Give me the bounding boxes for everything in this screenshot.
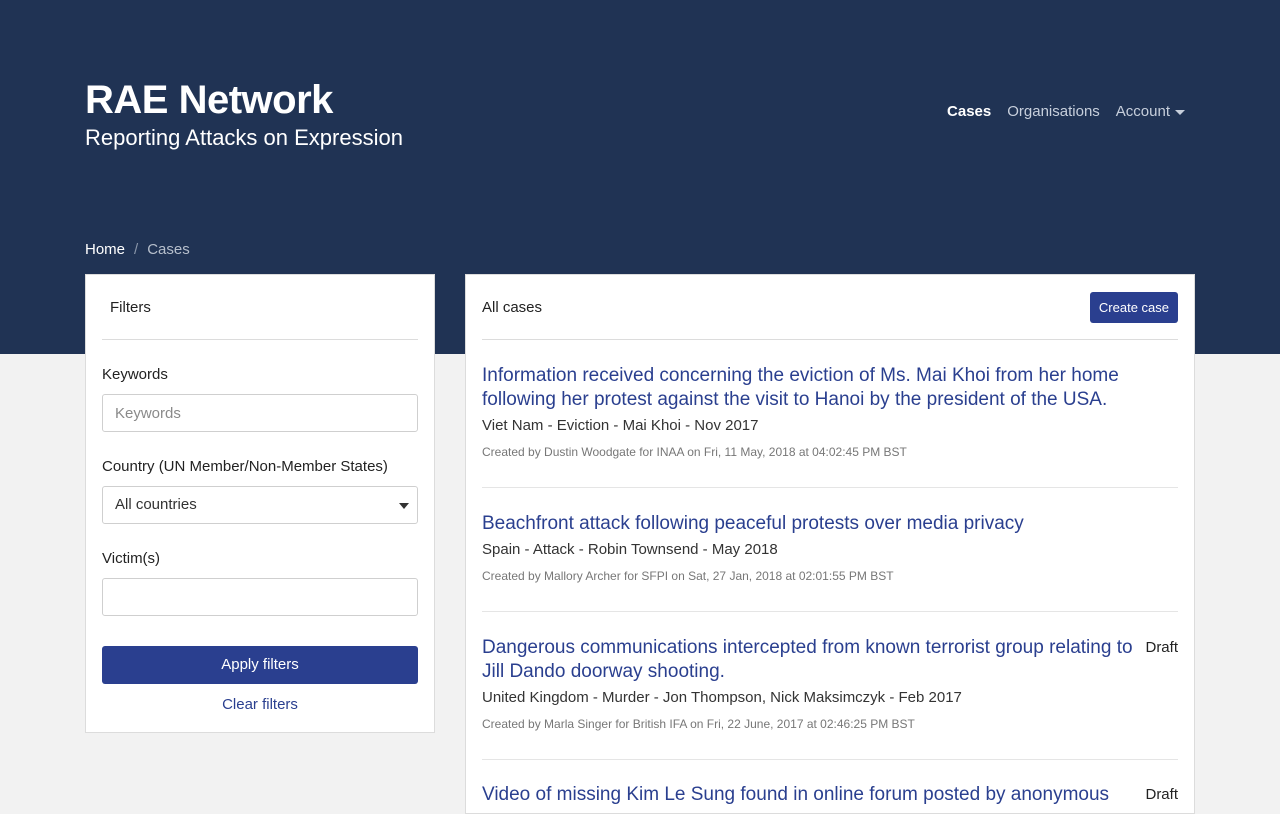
case-divider xyxy=(482,487,1178,488)
nav-organisations[interactable]: Organisations xyxy=(1007,103,1100,120)
case-divider xyxy=(482,759,1178,760)
case-title-link[interactable]: Beachfront attack following peaceful pro… xyxy=(482,512,1142,536)
main-nav: Cases Organisations Account xyxy=(947,103,1185,120)
brand[interactable]: RAE Network Reporting Attacks on Express… xyxy=(85,78,403,152)
filters-panel: Filters Keywords Country (UN Member/Non-… xyxy=(85,274,435,733)
case-item: Information received concerning the evic… xyxy=(482,364,1178,460)
case-item: Dangerous communications intercepted fro… xyxy=(482,636,1178,732)
country-select-value: All countries xyxy=(115,496,197,513)
case-created: Created by Marla Singer for British IFA … xyxy=(482,717,915,731)
case-meta: Spain - Attack - Robin Townsend - May 20… xyxy=(482,541,778,558)
chevron-down-icon xyxy=(1175,109,1185,115)
case-title-link[interactable]: Video of missing Kim Le Sung found in on… xyxy=(482,783,1142,807)
brand-title[interactable]: RAE Network xyxy=(85,78,403,122)
chevron-down-icon xyxy=(399,503,409,509)
nav-account[interactable]: Account xyxy=(1116,103,1185,120)
nav-cases[interactable]: Cases xyxy=(947,103,991,120)
draft-badge: Draft xyxy=(1145,639,1178,656)
cases-panel: All cases Create case Information receiv… xyxy=(465,274,1195,814)
filters-divider xyxy=(102,339,418,340)
cases-divider xyxy=(482,339,1178,340)
case-divider xyxy=(482,611,1178,612)
nav-account-label: Account xyxy=(1115,103,1170,120)
breadcrumb-current: Cases xyxy=(147,241,190,258)
brand-subtitle: Reporting Attacks on Expression xyxy=(85,125,403,150)
case-title-link[interactable]: Dangerous communications intercepted fro… xyxy=(482,636,1142,684)
country-select[interactable]: All countries xyxy=(102,486,418,524)
filters-title: Filters xyxy=(110,299,151,316)
apply-filters-button[interactable]: Apply filters xyxy=(102,646,418,684)
victims-label: Victim(s) xyxy=(102,550,161,567)
case-meta: Viet Nam - Eviction - Mai Khoi - Nov 201… xyxy=(482,417,759,434)
breadcrumb-home[interactable]: Home xyxy=(85,241,125,258)
create-case-button[interactable]: Create case xyxy=(1089,292,1178,323)
keywords-input[interactable] xyxy=(102,394,418,432)
clear-filters-link[interactable]: Clear filters xyxy=(86,696,434,713)
case-item: Beachfront attack following peaceful pro… xyxy=(482,512,1178,584)
draft-badge: Draft xyxy=(1145,786,1178,803)
keywords-label: Keywords xyxy=(102,366,168,383)
case-created: Created by Mallory Archer for SFPI on Sa… xyxy=(482,569,894,583)
case-created: Created by Dustin Woodgate for INAA on F… xyxy=(482,445,907,459)
country-label: Country (UN Member/Non-Member States) xyxy=(102,458,388,475)
breadcrumb: Home / Cases xyxy=(85,241,190,258)
victims-input[interactable] xyxy=(102,578,418,616)
cases-title: All cases xyxy=(482,299,543,316)
case-title-link[interactable]: Information received concerning the evic… xyxy=(482,364,1142,412)
case-item: Video of missing Kim Le Sung found in on… xyxy=(482,783,1178,807)
breadcrumb-separator: / xyxy=(134,241,139,258)
case-meta: United Kingdom - Murder - Jon Thompson, … xyxy=(482,689,962,706)
